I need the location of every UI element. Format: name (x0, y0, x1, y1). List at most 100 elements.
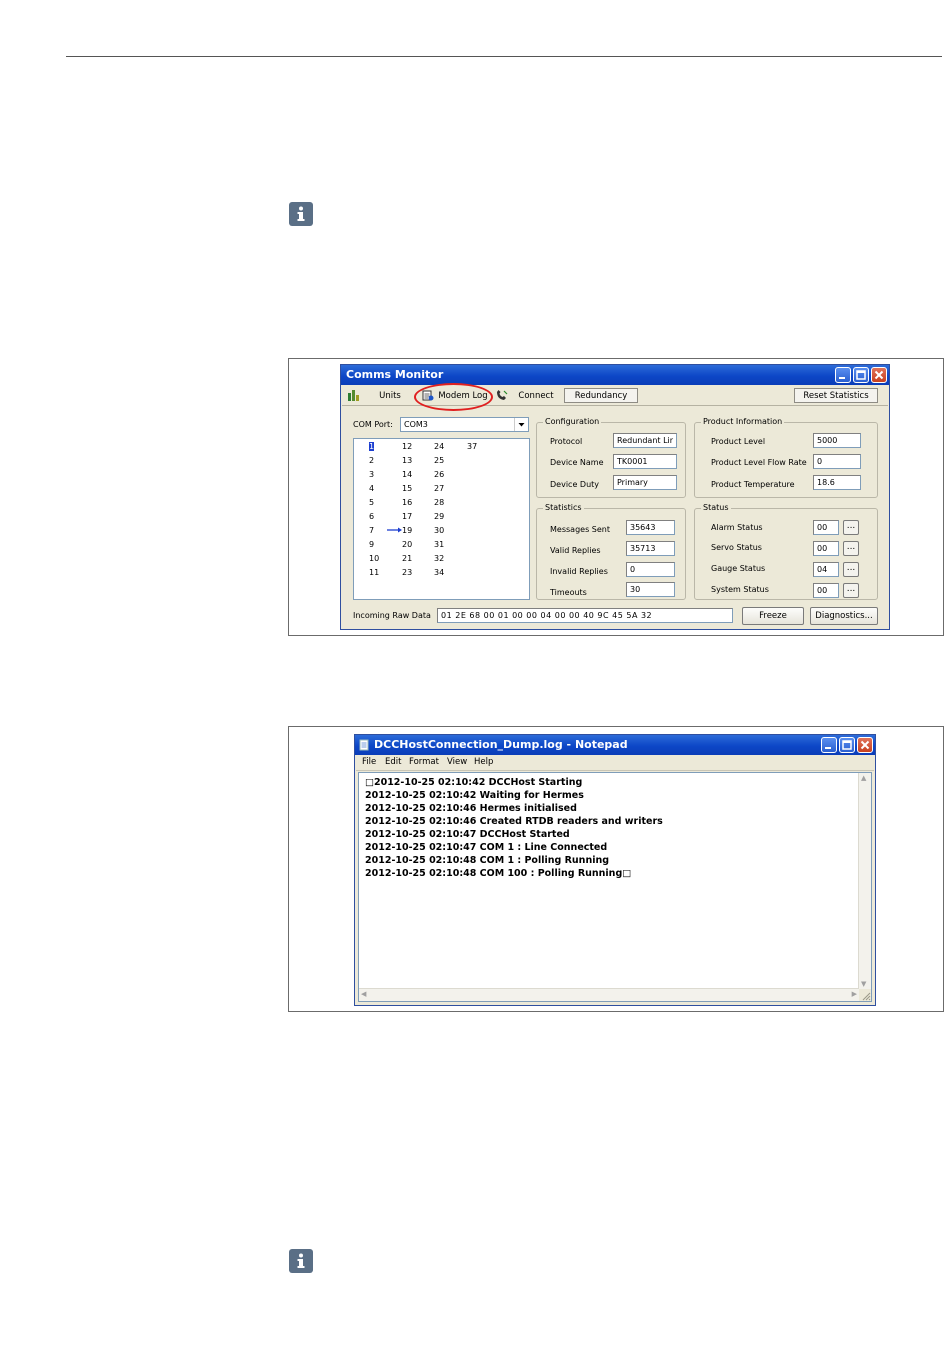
port-list-item[interactable]: 7 (369, 526, 374, 535)
messages-sent-field: 35643 (626, 520, 675, 535)
com-port-select[interactable]: COM3 (400, 417, 529, 432)
connect-icon (496, 390, 508, 404)
invalid-replies-label: Invalid Replies (550, 567, 608, 576)
log-line: 2012-10-25 02:10:47 COM 1 : Line Connect… (365, 842, 608, 853)
window-title: DCCHostConnection_Dump.log - Notepad (374, 738, 628, 751)
menu-bar: File Edit Format View Help (356, 755, 874, 771)
menu-help[interactable]: Help (474, 757, 493, 767)
port-list-item[interactable]: 9 (369, 540, 374, 549)
comms-monitor-window: Comms Monitor Units Modem Log Connect Re… (340, 364, 890, 630)
port-list-item[interactable]: 2 (369, 456, 374, 465)
alarm-status-details-button[interactable]: ... (843, 520, 859, 535)
reset-statistics-button[interactable]: Reset Statistics (794, 388, 878, 403)
port-list-item[interactable]: 24 (434, 442, 444, 451)
port-list-item[interactable]: 27 (434, 484, 444, 493)
port-list-item[interactable]: 3 (369, 470, 374, 479)
port-list-item[interactable]: 13 (402, 456, 412, 465)
port-list-item[interactable]: 30 (434, 526, 444, 535)
product-temperature-label: Product Temperature (711, 480, 795, 489)
port-list-item[interactable]: 29 (434, 512, 444, 521)
port-list-item[interactable]: 25 (434, 456, 444, 465)
timeouts-field: 30 (626, 582, 675, 597)
product-temperature-field: 18.6 (813, 475, 861, 490)
port-list-item[interactable]: 21 (402, 554, 412, 563)
maximize-icon[interactable] (839, 737, 855, 753)
configuration-group: Configuration Protocol Redundant Lir Dev… (536, 417, 686, 498)
port-list-item[interactable]: 20 (402, 540, 412, 549)
device-name-field: TK0001 (613, 454, 677, 469)
port-list-item[interactable]: 37 (467, 442, 477, 451)
redundancy-button[interactable]: Redundancy (564, 388, 638, 403)
menu-format[interactable]: Format (409, 757, 439, 767)
chevron-down-icon[interactable] (514, 418, 528, 431)
status-title: Status (701, 503, 731, 512)
raw-data-label: Incoming Raw Data (353, 611, 431, 620)
scroll-up-icon[interactable]: ▲ (861, 774, 866, 782)
port-list[interactable]: 1 2 3 4 5 6 7 9 10 11 12 13 14 15 16 17 19 20 21 23 24 25 26 27… (353, 438, 530, 600)
scroll-down-icon[interactable]: ▼ (861, 980, 866, 988)
freeze-button[interactable]: Freeze (742, 607, 804, 625)
scroll-left-icon[interactable]: ◀ (361, 990, 366, 998)
port-list-item[interactable]: 17 (402, 512, 412, 521)
port-list-item[interactable]: 32 (434, 554, 444, 563)
minimize-icon[interactable] (835, 367, 851, 383)
port-list-item[interactable]: 14 (402, 470, 412, 479)
statistics-group: Statistics Messages Sent 35643 Valid Rep… (536, 503, 686, 600)
minimize-icon[interactable] (821, 737, 837, 753)
gauge-status-field: 04 (813, 562, 839, 577)
arrow-right-icon (387, 527, 402, 533)
port-list-item[interactable]: 31 (434, 540, 444, 549)
port-list-item[interactable]: 19 (402, 526, 412, 535)
port-list-item[interactable]: 12 (402, 442, 412, 451)
resize-grip-icon[interactable] (859, 989, 871, 1001)
gauge-status-label: Gauge Status (711, 564, 766, 573)
product-flow-label: Product Level Flow Rate (711, 458, 807, 467)
device-duty-field: Primary (613, 475, 677, 490)
info-icon (289, 1249, 313, 1273)
menu-edit[interactable]: Edit (385, 757, 401, 767)
status-group: Status Alarm Status 00 ... Servo Status … (694, 503, 878, 600)
port-list-item[interactable]: 5 (369, 498, 374, 507)
header-rule (66, 56, 942, 57)
menu-view[interactable]: View (447, 757, 467, 767)
servo-status-details-button[interactable]: ... (843, 541, 859, 556)
units-icon (348, 390, 360, 404)
vertical-scrollbar[interactable]: ▲ ▼ (858, 773, 871, 989)
notepad-window: DCCHostConnection_Dump.log - Notepad Fil… (354, 734, 876, 1006)
menu-file[interactable]: File (362, 757, 376, 767)
maximize-icon[interactable] (853, 367, 869, 383)
log-line: 2012-10-25 02:10:46 Hermes initialised (365, 803, 577, 814)
port-list-item[interactable]: 1 (369, 442, 375, 451)
info-icon (289, 202, 313, 226)
horizontal-scrollbar[interactable]: ◀ ▶ (359, 988, 859, 1001)
port-list-item[interactable]: 26 (434, 470, 444, 479)
system-status-label: System Status (711, 585, 769, 594)
port-list-item[interactable]: 4 (369, 484, 374, 493)
protocol-field: Redundant Lir (613, 433, 677, 448)
port-list-item[interactable]: 28 (434, 498, 444, 507)
units-button[interactable]: Units (370, 388, 410, 403)
timeouts-label: Timeouts (550, 588, 587, 597)
diagnostics-button[interactable]: Diagnostics... (810, 607, 878, 625)
scroll-right-icon[interactable]: ▶ (852, 990, 857, 998)
com-port-value: COM3 (404, 420, 428, 429)
port-list-item[interactable]: 34 (434, 568, 444, 577)
port-list-item[interactable]: 15 (402, 484, 412, 493)
system-status-details-button[interactable]: ... (843, 583, 859, 598)
port-list-item[interactable]: 11 (369, 568, 379, 577)
title-bar: Comms Monitor (341, 365, 889, 385)
text-editor[interactable]: □2012-10-25 02:10:42 DCCHost Starting 20… (358, 772, 872, 1002)
log-line: 2012-10-25 02:10:46 Created RTDB readers… (365, 816, 663, 827)
gauge-status-details-button[interactable]: ... (843, 562, 859, 577)
log-line: 2012-10-25 02:10:42 Waiting for Hermes (365, 790, 584, 801)
product-information-title: Product Information (701, 417, 785, 426)
close-icon[interactable] (857, 737, 873, 753)
port-list-item[interactable]: 6 (369, 512, 374, 521)
port-list-item[interactable]: 10 (369, 554, 379, 563)
close-icon[interactable] (871, 367, 887, 383)
product-flow-field: 0 (813, 454, 861, 469)
servo-status-label: Servo Status (711, 543, 762, 552)
port-list-item[interactable]: 16 (402, 498, 412, 507)
connect-button[interactable]: Connect (512, 388, 560, 403)
port-list-item[interactable]: 23 (402, 568, 412, 577)
